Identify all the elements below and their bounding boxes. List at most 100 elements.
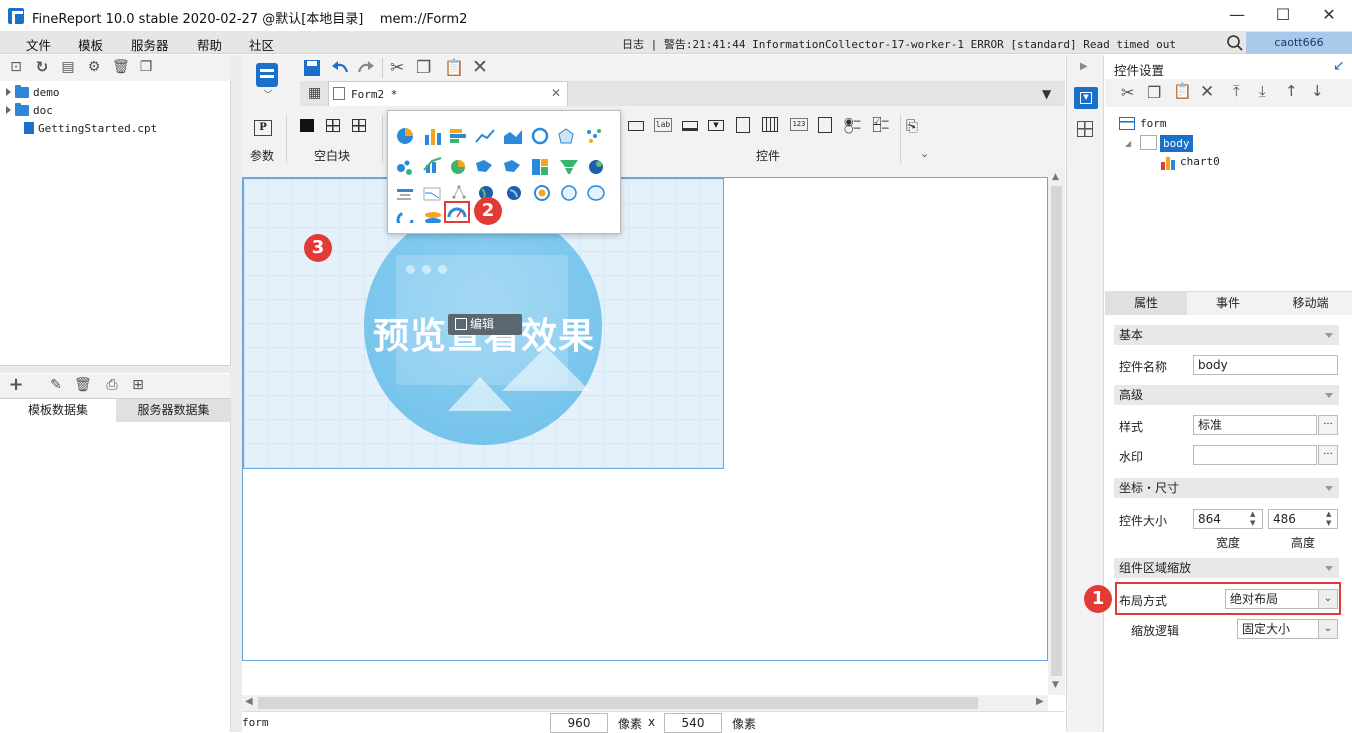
button-widget-icon[interactable]	[682, 121, 698, 131]
add-dataset-icon[interactable]: +	[8, 376, 24, 394]
undo-icon[interactable]	[330, 58, 350, 78]
funnel-chart-icon[interactable]	[560, 160, 578, 174]
tree-node-body[interactable]: body	[1160, 135, 1193, 152]
text-widget-icon[interactable]	[628, 121, 644, 131]
expand-widgets-icon[interactable]: ⌄	[920, 147, 929, 160]
component-library-icon[interactable]	[1077, 121, 1093, 137]
search-widget-icon[interactable]: ⎘	[906, 117, 918, 135]
copy-icon[interactable]: ❐	[1147, 83, 1161, 102]
expand-arrow-icon[interactable]	[6, 88, 11, 96]
move-bottom-icon[interactable]: ⤓	[1259, 82, 1266, 100]
structure-chart-icon[interactable]	[452, 185, 466, 199]
chevron-down-icon[interactable]: ⌄	[1318, 620, 1337, 638]
pin-panel-icon[interactable]: ↙	[1333, 58, 1345, 74]
3d-globe-icon[interactable]	[507, 186, 521, 200]
preview-dataset-icon[interactable]: ⎙	[104, 377, 120, 393]
widget-settings-toggle[interactable]: ▼	[1074, 87, 1098, 109]
report-block-icon[interactable]	[352, 119, 366, 132]
edit-button[interactable]: 编辑	[448, 314, 522, 335]
section-advanced[interactable]: 高级	[1114, 385, 1339, 405]
scatter-chart-icon[interactable]	[587, 129, 601, 143]
gantt-chart-icon[interactable]	[397, 189, 413, 200]
tab-block-icon[interactable]	[326, 119, 340, 132]
menu-template[interactable]: 模板	[78, 35, 103, 54]
width-spinner-icon[interactable]: ▲ ▼	[1250, 510, 1255, 528]
user-account[interactable]: caott666	[1246, 32, 1352, 54]
tab-list-icon[interactable]: ▼	[1042, 87, 1051, 101]
word-cloud-icon[interactable]	[561, 185, 577, 201]
left-collapse-strip[interactable]	[231, 55, 242, 732]
tab-properties[interactable]: 属性	[1105, 291, 1187, 315]
expand-arrow-icon[interactable]	[6, 106, 11, 114]
cylinder-chart-icon[interactable]	[425, 212, 441, 223]
menu-help[interactable]: 帮助	[197, 35, 222, 54]
grid-view-icon[interactable]: ▦	[308, 85, 321, 101]
tab-events[interactable]: 事件	[1187, 291, 1269, 315]
delete-icon[interactable]: 🗑	[112, 59, 130, 75]
chevron-down-icon[interactable]: ⌄	[1318, 590, 1337, 608]
redo-icon[interactable]	[356, 58, 376, 78]
textarea-widget-icon[interactable]	[818, 117, 832, 133]
cut-icon[interactable]: ✂	[1121, 83, 1134, 102]
checkbox-group-icon[interactable]: ☑─ ☐─	[872, 116, 888, 134]
treemap-chart-icon[interactable]	[532, 159, 548, 175]
collapse-node-icon[interactable]: ◢	[1125, 139, 1131, 148]
bar-chart-icon[interactable]	[450, 129, 466, 143]
paste-icon[interactable]: 📋	[1173, 82, 1192, 100]
log-status-text[interactable]: 日志 | 警告:21:41:44 InformationCollector-17…	[622, 36, 1176, 52]
date-widget-icon[interactable]	[762, 117, 778, 132]
widget-name-input[interactable]: body	[1193, 355, 1338, 375]
tab-server-dataset[interactable]: 服务器数据集	[116, 398, 231, 422]
tree-item-doc[interactable]: doc	[6, 101, 53, 119]
menu-file[interactable]: 文件	[26, 35, 51, 54]
splitter[interactable]	[0, 365, 231, 373]
section-coords-size[interactable]: 坐标・尺寸	[1114, 478, 1339, 498]
delete-icon[interactable]: ✕	[1200, 82, 1214, 102]
menu-community[interactable]: 社区	[249, 35, 274, 54]
tree-node-chart0[interactable]: chart0	[1180, 155, 1220, 168]
dataset-settings-icon[interactable]: ⊞	[130, 377, 146, 393]
canvas-height-input[interactable]: 540	[664, 713, 722, 733]
tree-node-form[interactable]: form	[1140, 117, 1167, 130]
line-chart-icon[interactable]	[475, 129, 495, 143]
3d-chart-icon[interactable]	[587, 185, 605, 201]
cut-icon[interactable]: ✂	[390, 58, 404, 78]
search-icon[interactable]	[1226, 34, 1244, 52]
label-widget-icon[interactable]: lab	[654, 118, 672, 132]
frame-chart-icon[interactable]	[423, 187, 441, 201]
vertical-scrollbar[interactable]: ▲ ▼	[1048, 170, 1065, 695]
move-down-icon[interactable]: ↓	[1311, 82, 1324, 100]
combo-checkbox-icon[interactable]	[736, 117, 750, 133]
height-spinner-icon[interactable]: ▲ ▼	[1326, 510, 1331, 528]
form-view-icon[interactable]	[254, 61, 282, 93]
close-tab-icon[interactable]: ✕	[551, 86, 561, 100]
new-folder-icon[interactable]: ⊡	[8, 59, 24, 75]
selected-gauge-chart-icon[interactable]	[444, 201, 470, 223]
region-map-icon[interactable]	[476, 160, 492, 172]
section-scale[interactable]: 组件区域缩放	[1114, 558, 1339, 578]
param-panel-icon[interactable]: P	[254, 120, 272, 136]
watermark-input[interactable]	[1193, 445, 1317, 465]
gauge-chart-icon[interactable]	[531, 127, 549, 145]
refresh-icon[interactable]: ↻	[34, 59, 50, 75]
maximize-button[interactable]: ☐	[1260, 0, 1306, 32]
copy-icon[interactable]: ❐	[138, 59, 154, 75]
canvas-width-input[interactable]: 960	[550, 713, 608, 733]
watermark-more-button[interactable]: ···	[1318, 445, 1338, 465]
section-basic[interactable]: 基本	[1114, 325, 1339, 345]
style-input[interactable]: 标准	[1193, 415, 1317, 435]
collapse-right-icon[interactable]: ▶	[1080, 61, 1088, 72]
tree-item-gettingstarted[interactable]: GettingStarted.cpt	[24, 119, 157, 137]
bubble-chart-icon[interactable]	[397, 160, 412, 176]
number-widget-icon[interactable]: 123	[790, 118, 808, 131]
style-more-button[interactable]: ···	[1318, 415, 1338, 435]
template-info-icon[interactable]: ▤	[60, 59, 76, 75]
area-chart-icon[interactable]	[504, 130, 522, 144]
form-canvas[interactable]: 预览查看效果 编辑	[242, 177, 1048, 661]
tab-mobile[interactable]: 移动端	[1269, 291, 1352, 315]
donut-gauge-icon[interactable]	[396, 211, 414, 223]
radar-chart-icon[interactable]	[558, 128, 574, 144]
absolute-block-icon[interactable]	[300, 119, 314, 132]
radio-group-icon[interactable]: ◉─ ○─	[844, 116, 860, 134]
paste-icon[interactable]: 📋	[444, 58, 464, 77]
